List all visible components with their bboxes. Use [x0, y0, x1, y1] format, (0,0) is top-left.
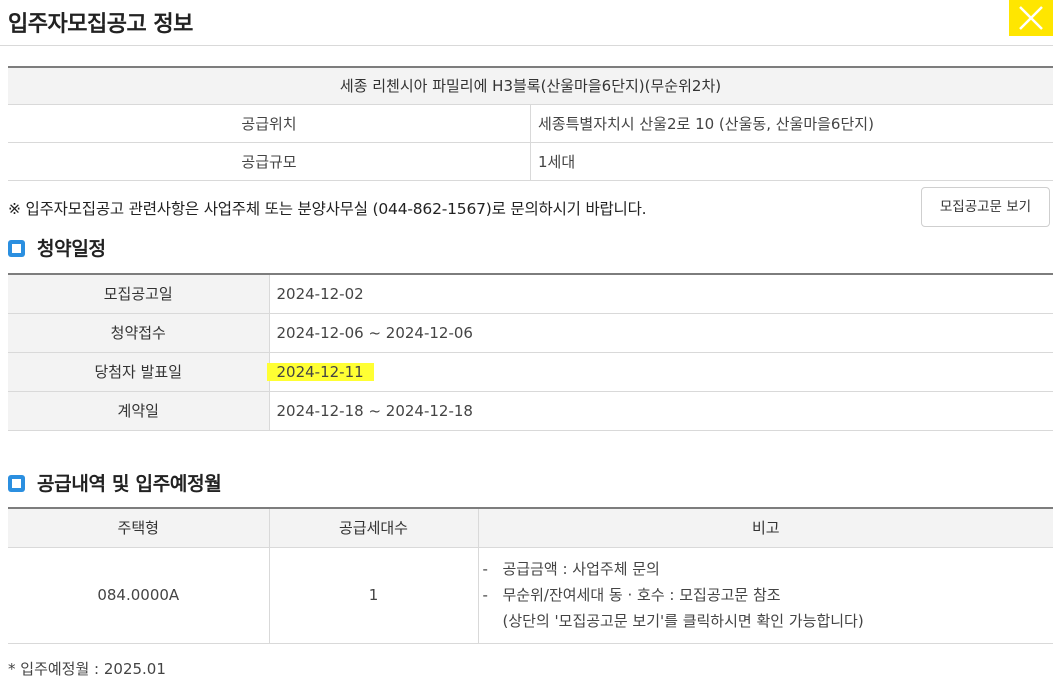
table-row: 084.0000A 1 - 공급금액 : 사업주체 문의 - 무순위/잔여세대 동 … [8, 547, 1053, 644]
table-row: 계약일 2024-12-18 ~ 2024-12-18 [8, 391, 1053, 431]
complex-name: 세종 리첸시아 파밀리에 H3블록(산울마을6단지)(무순위2차) [8, 67, 1053, 105]
units-value: 1 [269, 547, 479, 644]
supply-section-title: 공급내역 및 입주예정월 [8, 469, 222, 496]
schedule-table: 모집공고일 2024-12-02 청약접수 2024-12-06 ~ 2024-… [8, 273, 1053, 431]
supply-title-text: 공급내역 및 입주예정월 [37, 473, 222, 495]
notes-cell: - 공급금액 : 사업주체 문의 - 무순위/잔여세대 동 · 호수 : 모집공고문… [478, 547, 1053, 644]
winner-announcement-cell: 2024-12-11 [266, 352, 1053, 392]
close-icon [1019, 6, 1043, 30]
page-title: 입주자모집공고 정보 [8, 12, 193, 37]
note-line: (상단의 '모집공고문 보기'를 클릭하시면 확인 가능합니다) [483, 608, 1053, 634]
table-row: 모집공고일 2024-12-02 [8, 274, 1053, 314]
supply-table: 주택형 공급세대수 비고 084.0000A 1 - 공급금액 : 사업주체 문의… [8, 507, 1053, 644]
winner-announcement-label: 당첨자 발표일 [8, 352, 270, 392]
supply-location-value: 세종특별자치시 산울2로 10 (산울동, 산울마을6단지) [530, 104, 1053, 143]
note-line: - 무순위/잔여세대 동 · 호수 : 모집공고문 참조 [483, 582, 1053, 608]
announcement-date-label: 모집공고일 [8, 274, 270, 314]
table-row: 공급규모 1세대 [8, 142, 1053, 181]
housing-type-value: 084.0000A [8, 547, 270, 644]
units-header: 공급세대수 [269, 508, 479, 548]
winner-announcement-value: 2024-12-11 [266, 362, 374, 381]
application-date-label: 청약접수 [8, 313, 270, 353]
note-line: - 공급금액 : 사업주체 문의 [483, 556, 1053, 582]
supply-scale-label: 공급규모 [8, 142, 531, 181]
table-row: 청약접수 2024-12-06 ~ 2024-12-06 [8, 313, 1053, 353]
supply-location-label: 공급위치 [8, 104, 531, 143]
note-price: 공급금액 : 사업주체 문의 [502, 560, 660, 578]
housing-type-header: 주택형 [8, 508, 270, 548]
note-dash: - [482, 560, 488, 578]
note-unit-number: 무순위/잔여세대 동 · 호수 : 모집공고문 참조 [502, 586, 781, 604]
note-guide: (상단의 '모집공고문 보기'를 클릭하시면 확인 가능합니다) [502, 612, 864, 630]
table-row: 공급위치 세종특별자치시 산울2로 10 (산울동, 산울마을6단지) [8, 104, 1053, 143]
move-in-month: * 입주예정월 : 2025.01 [8, 660, 166, 678]
header: 입주자모집공고 정보 [0, 0, 1053, 46]
view-notice-button[interactable]: 모집공고문 보기 [921, 187, 1050, 227]
schedule-title-text: 청약일정 [37, 238, 106, 260]
announcement-date-value: 2024-12-02 [269, 274, 1053, 314]
supply-scale-value: 1세대 [530, 142, 1053, 181]
table-header-row: 주택형 공급세대수 비고 [8, 508, 1053, 548]
table-row: 당첨자 발표일 2024-12-11 [8, 352, 1053, 392]
notes-header: 비고 [478, 508, 1053, 548]
application-date-value: 2024-12-06 ~ 2024-12-06 [269, 313, 1053, 353]
schedule-section-title: 청약일정 [8, 234, 106, 261]
contract-date-value: 2024-12-18 ~ 2024-12-18 [269, 391, 1053, 431]
contract-date-label: 계약일 [8, 391, 270, 431]
contact-notice: ※ 입주자모집공고 관련사항은 사업주체 또는 분양사무실 (044-862-1… [8, 200, 647, 218]
close-button[interactable] [1009, 0, 1053, 36]
square-bullet-icon [8, 475, 25, 492]
square-bullet-icon [8, 240, 25, 257]
note-dash: - [482, 586, 488, 604]
complex-info-table: 세종 리첸시아 파밀리에 H3블록(산울마을6단지)(무순위2차) 공급위치 세… [8, 66, 1053, 181]
